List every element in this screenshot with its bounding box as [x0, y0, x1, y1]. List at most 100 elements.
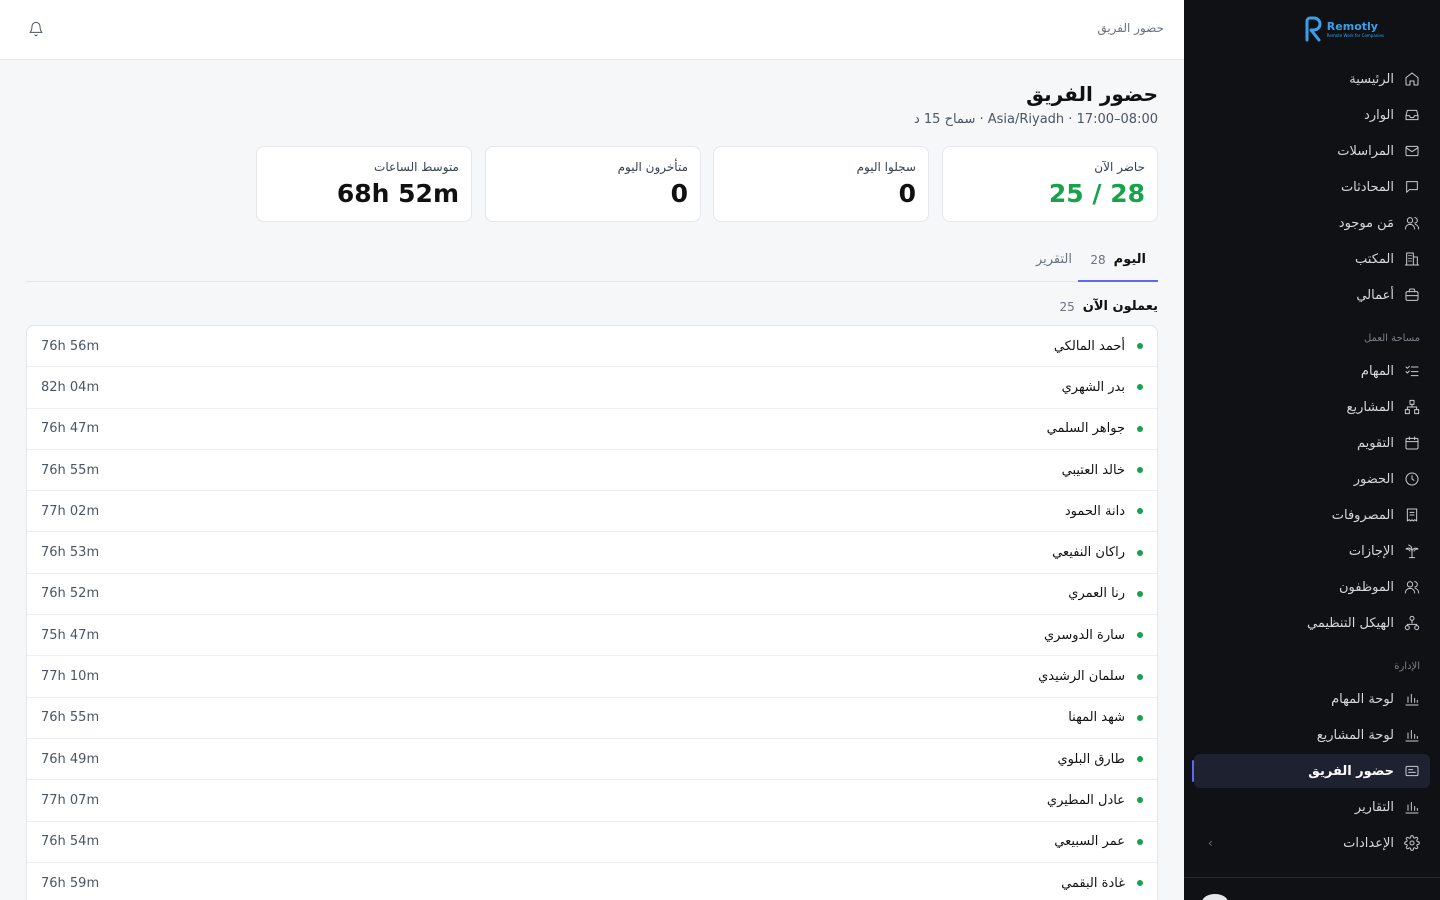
table-row[interactable]: سلمان الرشيدي 77h 10m	[27, 656, 1157, 698]
group-title: يعملون الآن	[1082, 299, 1158, 314]
inbox-icon	[1404, 107, 1420, 123]
top-header: حضور الفريق	[0, 0, 1184, 60]
online-status-dot	[1137, 838, 1143, 845]
employee-name: بدر الشهري	[1061, 379, 1125, 395]
employee-name: خالد العتيبي	[1061, 462, 1125, 478]
palm-icon	[1404, 543, 1420, 559]
calendar-icon	[1404, 435, 1420, 451]
hours-worked: 75h 47m	[41, 627, 100, 643]
sidebar-item-label: الحضور	[1353, 471, 1394, 487]
hours-worked: 76h 56m	[41, 338, 100, 354]
sidebar-item-workspace-3[interactable]: الحضور	[1194, 462, 1430, 496]
hours-worked: 82h 04m	[41, 379, 100, 395]
tab-today[interactable]: اليوم 28	[1078, 252, 1158, 282]
table-row[interactable]: طارق البلوي 76h 49m	[27, 739, 1157, 781]
gear-icon	[1404, 835, 1420, 851]
sidebar-item-label: الموظفون	[1339, 579, 1394, 595]
table-row[interactable]: خالد العتيبي 76h 55m	[27, 450, 1157, 492]
table-row[interactable]: رنا العمري 76h 52m	[27, 574, 1157, 616]
sidebar-item-admin-4[interactable]: الإعدادات ›	[1194, 826, 1430, 860]
tab-label: اليوم	[1113, 252, 1146, 267]
hours-worked: 77h 02m	[41, 503, 100, 519]
employee-name: شهد المهنا	[1068, 710, 1125, 726]
receipt-icon	[1404, 507, 1420, 523]
stat-card-checked-in-today: سجلوا اليوم 0	[713, 146, 929, 222]
sidebar-item-main-1[interactable]: الوارد	[1194, 98, 1430, 132]
row-employee: رنا العمري	[1068, 586, 1143, 601]
table-row[interactable]: أحمد المالكي 76h 56m	[27, 326, 1157, 368]
table-row[interactable]: غادة البقمي 76h 59m	[27, 863, 1157, 900]
briefcase-icon	[1404, 287, 1420, 303]
sidebar-item-admin-2[interactable]: حضور الفريق	[1192, 754, 1430, 788]
hierarchy-icon	[1404, 399, 1420, 415]
sidebar-item-workspace-1[interactable]: المشاريع	[1194, 390, 1430, 424]
sidebar-item-main-0[interactable]: الرئيسية	[1194, 62, 1430, 96]
sidebar-item-label: لوحة المشاريع	[1316, 727, 1394, 743]
employee-name: راكان النفيعي	[1052, 545, 1125, 561]
chevron-icon[interactable]: ›	[1208, 836, 1213, 850]
employee-name: عادل المطيري	[1046, 792, 1125, 808]
org-chart-icon	[1404, 615, 1420, 631]
users-icon	[1404, 579, 1420, 595]
sidebar-item-workspace-6[interactable]: الموظفون	[1194, 570, 1430, 604]
group-count: 25	[1059, 300, 1075, 314]
row-employee: سارة الدوسري	[1044, 628, 1143, 643]
hours-worked: 76h 52m	[41, 586, 100, 602]
table-row[interactable]: بدر الشهري 82h 04m	[27, 367, 1157, 409]
table-row[interactable]: راكان النفيعي 76h 53m	[27, 532, 1157, 574]
sidebar-item-main-6[interactable]: أعمالي	[1194, 278, 1430, 312]
hours-worked: 76h 54m	[41, 834, 100, 850]
bell-icon[interactable]	[28, 21, 44, 37]
table-row[interactable]: شهد المهنا 76h 55m	[27, 698, 1157, 739]
page-title: حضور الفريق	[1026, 82, 1158, 106]
sidebar-item-workspace-5[interactable]: الإجازات	[1194, 534, 1430, 568]
stat-label: متوسط الساعات	[374, 160, 459, 174]
online-status-dot	[1137, 880, 1143, 886]
employee-name: طارق البلوي	[1057, 751, 1126, 767]
table-row[interactable]: عادل المطيري 77h 07m	[27, 780, 1157, 822]
row-employee: غادة البقمي	[1061, 876, 1143, 891]
table-row[interactable]: سارة الدوسري 75h 47m	[27, 615, 1157, 657]
avatar[interactable]	[1202, 894, 1228, 900]
sidebar-item-label: الرئيسية	[1349, 71, 1394, 87]
sidebar-item-label: مَن موجود	[1338, 215, 1394, 231]
employee-name: غادة البقمي	[1061, 875, 1125, 891]
tab-label: التقرير	[1035, 252, 1072, 267]
employee-name: دانة الحمود	[1064, 503, 1125, 519]
sidebar-item-main-2[interactable]: المراسلات	[1194, 134, 1430, 168]
hours-worked: 76h 53m	[41, 545, 100, 561]
attendance-list: أحمد المالكي 76h 56m بدر الشهري 82h 04m جواه…	[26, 325, 1158, 900]
stat-card-present-now: حاضر الآن 25 / 28	[942, 146, 1158, 222]
table-row[interactable]: جواهر السلمي 76h 47m	[27, 409, 1157, 450]
row-employee: أحمد المالكي	[1054, 339, 1143, 354]
tab-report[interactable]: التقرير	[1024, 252, 1084, 282]
row-employee: جواهر السلمي	[1047, 421, 1143, 436]
online-status-dot	[1137, 343, 1143, 350]
row-employee: راكان النفيعي	[1052, 545, 1143, 560]
breadcrumb[interactable]: حضور الفريق	[1097, 21, 1164, 35]
sidebar-item-admin-0[interactable]: لوحة المهام	[1194, 682, 1430, 716]
sidebar-item-main-5[interactable]: المكتب	[1194, 242, 1430, 276]
sidebar-item-workspace-7[interactable]: الهيكل التنظيمي	[1194, 606, 1430, 640]
sidebar-item-workspace-4[interactable]: المصروفات	[1194, 498, 1430, 532]
bar-chart-icon	[1404, 727, 1420, 743]
row-employee: بدر الشهري	[1062, 380, 1143, 395]
hours-worked: 76h 49m	[41, 751, 100, 767]
sidebar-item-main-4[interactable]: مَن موجود	[1194, 206, 1430, 240]
employee-name: جواهر السلمي	[1046, 421, 1125, 437]
sidebar-item-admin-1[interactable]: لوحة المشاريع	[1194, 718, 1430, 752]
sidebar-item-main-3[interactable]: المحادثات	[1194, 170, 1430, 204]
online-status-dot	[1137, 508, 1143, 515]
sidebar-item-workspace-2[interactable]: التقويم	[1194, 426, 1430, 460]
sidebar-item-workspace-0[interactable]: المهام	[1194, 354, 1430, 388]
hours-worked: 77h 10m	[41, 669, 100, 685]
brand-logo[interactable]: Remotly Remote Work for Companies	[1303, 16, 1384, 42]
sidebar-item-admin-3[interactable]: التقارير	[1194, 790, 1430, 824]
stat-value: 0	[898, 179, 916, 208]
table-row[interactable]: دانة الحمود 77h 02m	[27, 491, 1157, 533]
row-employee: عادل المطيري	[1047, 793, 1143, 808]
table-row[interactable]: عمر السبيعي 76h 54m	[27, 822, 1157, 863]
row-employee: سلمان الرشيدي	[1038, 669, 1143, 684]
sidebar-item-label: الهيكل التنظيمي	[1306, 615, 1394, 631]
sidebar: Remotly Remote Work for Companies الرئيس…	[1184, 0, 1440, 900]
